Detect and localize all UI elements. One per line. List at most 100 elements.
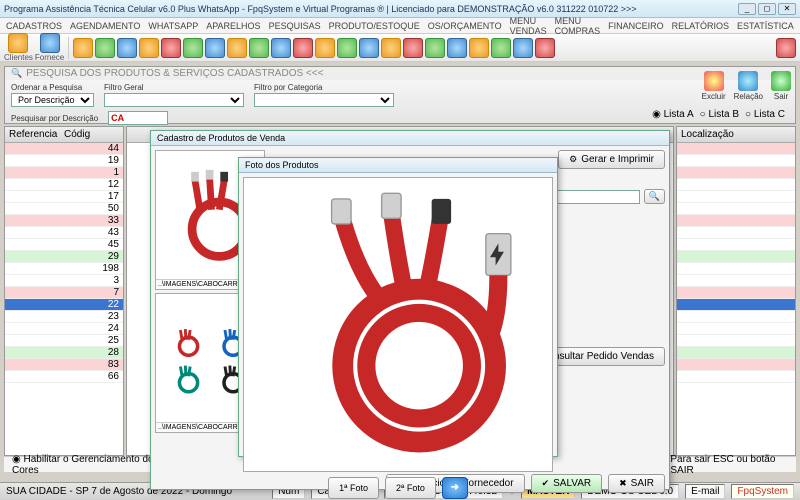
clientes-icon[interactable] [8, 33, 28, 53]
table-row[interactable]: 17 [5, 191, 123, 203]
tool-icon-16[interactable] [403, 38, 423, 58]
table-row[interactable]: 25 [5, 335, 123, 347]
table-row[interactable] [677, 179, 795, 191]
tool-icon-12[interactable] [315, 38, 335, 58]
table-row[interactable] [677, 371, 795, 383]
tool-icon-11[interactable] [293, 38, 313, 58]
tool-icon-15[interactable] [381, 38, 401, 58]
menu-estatistica[interactable]: ESTATÍSTICA [737, 21, 794, 31]
close-button[interactable]: ✕ [778, 3, 796, 15]
table-row[interactable]: 1 [5, 167, 123, 179]
table-row[interactable] [677, 275, 795, 287]
table-row[interactable] [677, 239, 795, 251]
table-row[interactable]: 83 [5, 359, 123, 371]
menu-aparelhos[interactable]: APARELHOS [206, 21, 260, 31]
table-row[interactable] [677, 311, 795, 323]
table-row[interactable]: 45 [5, 239, 123, 251]
tool-icon-9[interactable] [249, 38, 269, 58]
tool-icon-13[interactable] [337, 38, 357, 58]
tool-icon-14[interactable] [359, 38, 379, 58]
menu-pesquisas[interactable]: PESQUISAS [269, 21, 321, 31]
table-row[interactable]: 12 [5, 179, 123, 191]
menu-whatsapp[interactable]: WHATSAPP [148, 21, 198, 31]
maximize-button[interactable]: ◻ [758, 3, 776, 15]
radio-lista-b[interactable]: ○ Lista B [700, 109, 739, 120]
filtro-cat-select[interactable] [254, 93, 394, 107]
tool-icon-10[interactable] [271, 38, 291, 58]
menu-vendas[interactable]: MENU VENDAS [510, 16, 547, 36]
table-row[interactable]: 19 [5, 155, 123, 167]
table-row[interactable]: 198 [5, 263, 123, 275]
table-row[interactable] [677, 155, 795, 167]
gerar-imprimir-button[interactable]: ⚙ Gerar e Imprimir [558, 150, 665, 169]
table-row[interactable]: 29 [5, 251, 123, 263]
table-row[interactable]: 44 [5, 143, 123, 155]
table-row[interactable] [677, 143, 795, 155]
table-row[interactable] [677, 299, 795, 311]
filtro-geral-select[interactable] [104, 93, 244, 107]
table-row[interactable] [677, 287, 795, 299]
results-table-left[interactable]: ReferenciaCódig 441911217503343452919837… [4, 126, 124, 456]
results-table-right[interactable]: Localização [676, 126, 796, 456]
menu-compras[interactable]: MENU COMPRAS [555, 16, 601, 36]
table-row[interactable] [677, 251, 795, 263]
tool-icon-7[interactable] [205, 38, 225, 58]
table-row[interactable]: 50 [5, 203, 123, 215]
table-row[interactable] [677, 347, 795, 359]
radio-lista-c[interactable]: ○ Lista C [745, 109, 785, 120]
tool-icon-5[interactable] [161, 38, 181, 58]
tool-icon-8[interactable] [227, 38, 247, 58]
menu-produto[interactable]: PRODUTO/ESTOQUE [329, 21, 420, 31]
tool-icon-22[interactable] [535, 38, 555, 58]
table-row[interactable]: 43 [5, 227, 123, 239]
table-row[interactable] [677, 323, 795, 335]
tool-icon-1[interactable] [73, 38, 93, 58]
tool-icon-17[interactable] [425, 38, 445, 58]
foto-2-button[interactable]: 2ª Foto [385, 477, 436, 499]
table-row[interactable]: 23 [5, 311, 123, 323]
fornece-icon[interactable] [40, 33, 60, 53]
tool-icon-19[interactable] [469, 38, 489, 58]
menu-relatorios[interactable]: RELATÓRIOS [672, 21, 729, 31]
table-row[interactable] [677, 191, 795, 203]
table-row[interactable]: 22 [5, 299, 123, 311]
tool-exit-icon[interactable] [776, 38, 796, 58]
excluir-icon[interactable] [704, 71, 724, 91]
menu-agendamento[interactable]: AGENDAMENTO [70, 21, 140, 31]
table-row[interactable] [677, 227, 795, 239]
table-row[interactable]: 66 [5, 371, 123, 383]
filtro-geral-label: Filtro Geral [104, 83, 244, 92]
table-row[interactable] [677, 167, 795, 179]
tool-icon-20[interactable] [491, 38, 511, 58]
tool-icon-4[interactable] [139, 38, 159, 58]
table-row[interactable] [677, 203, 795, 215]
table-row[interactable]: 3 [5, 275, 123, 287]
tool-icon-2[interactable] [95, 38, 115, 58]
table-row[interactable] [677, 215, 795, 227]
relacao-icon[interactable] [738, 71, 758, 91]
table-row[interactable]: 7 [5, 287, 123, 299]
search-ref-button[interactable]: 🔍 [644, 189, 665, 204]
sair-icon[interactable] [771, 71, 791, 91]
table-row[interactable] [677, 359, 795, 371]
table-row[interactable]: 24 [5, 323, 123, 335]
tool-icon-21[interactable] [513, 38, 533, 58]
table-row[interactable] [677, 263, 795, 275]
sair-button[interactable]: ✖ SAIR [608, 474, 665, 493]
tool-icon-6[interactable] [183, 38, 203, 58]
tool-icon-18[interactable] [447, 38, 467, 58]
table-row[interactable]: 28 [5, 347, 123, 359]
minimize-button[interactable]: _ [738, 3, 756, 15]
table-row[interactable]: 33 [5, 215, 123, 227]
ordenar-select[interactable]: Por Descrição [11, 93, 94, 107]
menu-os[interactable]: OS/ORÇAMENTO [428, 21, 502, 31]
menu-cadastros[interactable]: CADASTROS [6, 21, 62, 31]
menubar: CADASTROS AGENDAMENTO WHATSAPP APARELHOS… [0, 18, 800, 34]
search-input[interactable] [108, 111, 168, 125]
foto-1-button[interactable]: 1ª Foto [328, 477, 379, 499]
menu-financeiro[interactable]: FINANCEIRO [608, 21, 664, 31]
tool-icon-3[interactable] [117, 38, 137, 58]
radio-lista-a[interactable]: ◉ Lista A [652, 109, 694, 120]
table-row[interactable] [677, 335, 795, 347]
next-photo-button[interactable]: ➜ [442, 477, 468, 499]
